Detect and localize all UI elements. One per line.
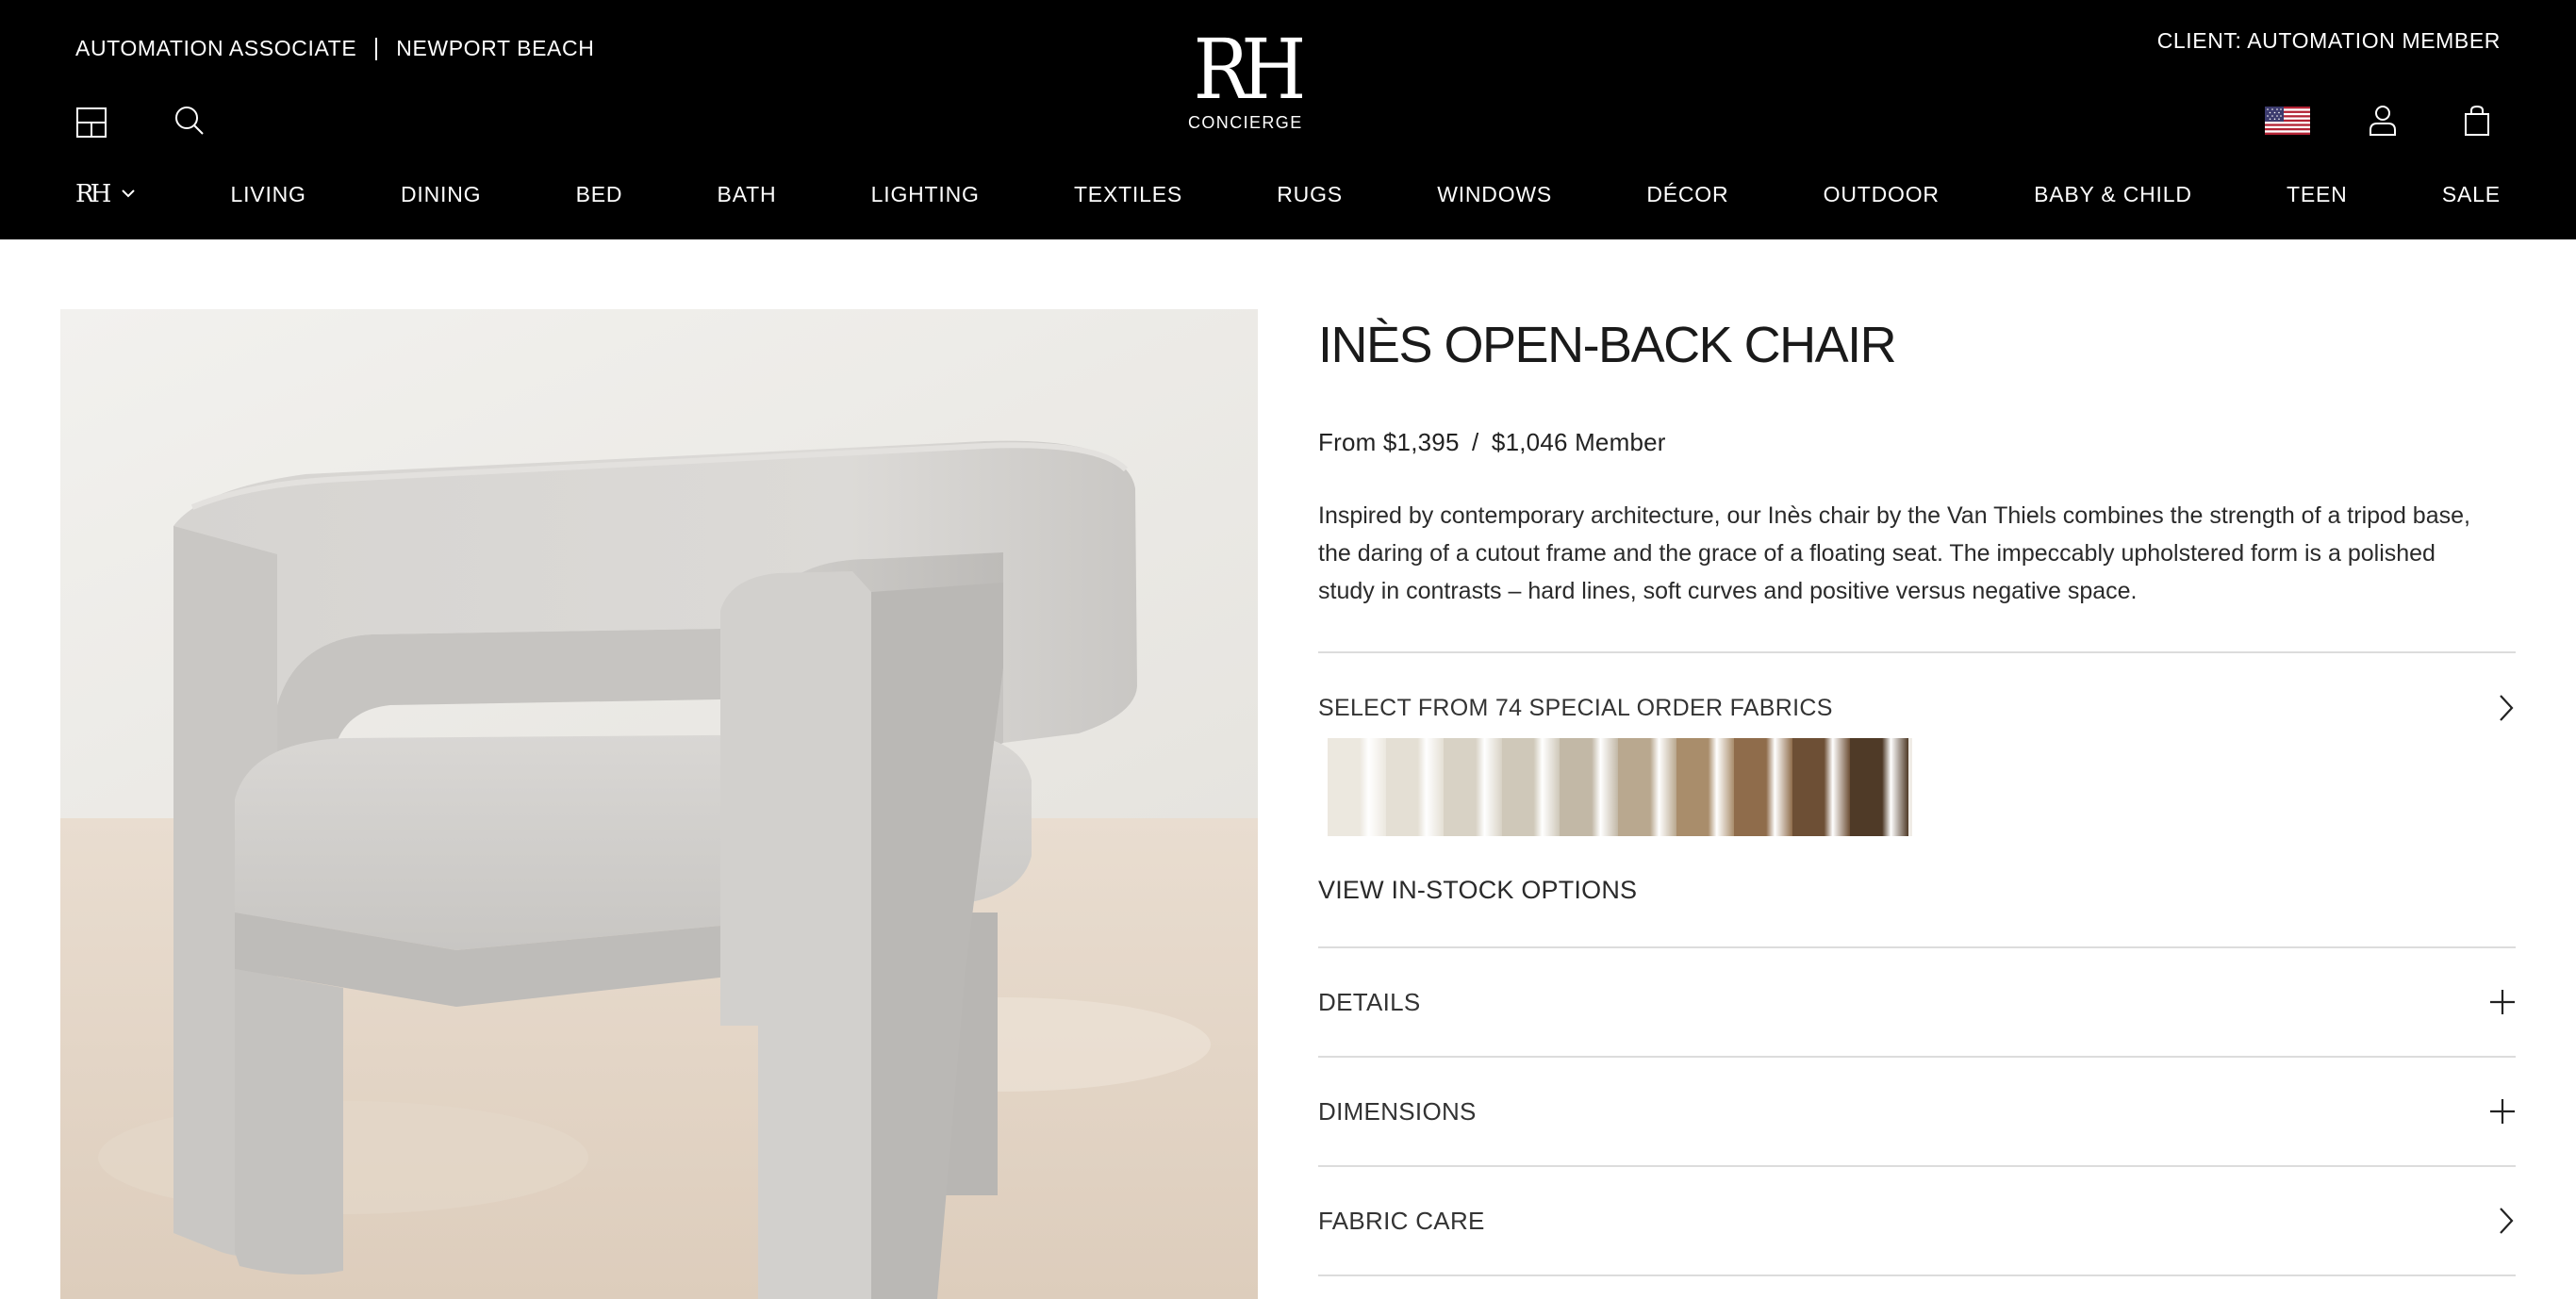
- fabric-swatch[interactable]: [1328, 738, 1386, 836]
- fabric-swatch[interactable]: [1385, 738, 1445, 836]
- nav-item-living[interactable]: LIVING: [231, 182, 306, 207]
- site-header: AUTOMATION ASSOCIATE NEWPORT BEACH CLIEN…: [0, 0, 2576, 239]
- fabric-swatch[interactable]: [1734, 738, 1792, 836]
- fabric-swatch[interactable]: [1444, 738, 1502, 836]
- brand-menu-mark: RH: [75, 180, 111, 208]
- price-regular: From $1,395: [1318, 428, 1460, 456]
- product-image[interactable]: [60, 309, 1258, 1299]
- nav-item-decor[interactable]: DÉCOR: [1646, 182, 1728, 207]
- nav-item-textiles[interactable]: TEXTILES: [1074, 182, 1182, 207]
- associate-label: AUTOMATION ASSOCIATE: [75, 36, 357, 60]
- fabric-swatch[interactable]: [1560, 738, 1618, 836]
- account-icon[interactable]: [2369, 105, 2397, 137]
- rh-logo[interactable]: RH CONCIERGE: [1188, 21, 1307, 133]
- nav-item-outdoor[interactable]: OUTDOOR: [1824, 182, 1940, 207]
- nav-item-rugs[interactable]: RUGS: [1277, 182, 1343, 207]
- nav-item-bath[interactable]: BATH: [718, 182, 777, 207]
- chevron-right-icon[interactable]: [2497, 1206, 2516, 1236]
- main-nav: RH LIVING DINING BED BATH LIGHTING TEXTI…: [75, 175, 2501, 213]
- fabric-swatch[interactable]: [1676, 738, 1735, 836]
- fabric-swatches[interactable]: [1328, 738, 1912, 836]
- plus-icon[interactable]: [2489, 1098, 2516, 1125]
- details-label: DETAILS: [1318, 987, 1421, 1016]
- nav-item-lighting[interactable]: LIGHTING: [871, 182, 980, 207]
- logo-mark: RH: [1193, 21, 1307, 118]
- nav-item-bed[interactable]: BED: [576, 182, 623, 207]
- nav-item-teen[interactable]: TEEN: [2287, 182, 2348, 207]
- gallery-icon[interactable]: [75, 107, 107, 139]
- fabric-label: SELECT FROM 74 SPECIAL ORDER FABRICS: [1318, 694, 1833, 721]
- nav-item-baby-child[interactable]: BABY & CHILD: [2034, 182, 2192, 207]
- fabric-care-label: FABRIC CARE: [1318, 1206, 1485, 1235]
- product-description: Inspired by contemporary architecture, o…: [1318, 502, 2470, 604]
- nav-item-dining[interactable]: DINING: [401, 182, 481, 207]
- cart-icon[interactable]: [2463, 105, 2491, 137]
- view-in-stock-link[interactable]: VIEW IN-STOCK OPTIONS: [1318, 876, 2516, 905]
- chevron-right-icon: [2497, 693, 2516, 723]
- nav-item-windows[interactable]: WINDOWS: [1437, 182, 1552, 207]
- fabric-swatch[interactable]: [1617, 738, 1676, 836]
- dimensions-label: DIMENSIONS: [1318, 1096, 1477, 1126]
- details-accordion[interactable]: DETAILS: [1318, 948, 2516, 1058]
- fabric-care-accordion[interactable]: FABRIC CARE: [1318, 1167, 2516, 1276]
- divider: [1318, 651, 2516, 653]
- dimensions-accordion[interactable]: DIMENSIONS: [1318, 1058, 2516, 1167]
- brand-menu[interactable]: RH: [75, 180, 136, 208]
- fabric-swatch[interactable]: [1850, 738, 1908, 836]
- associate-info: AUTOMATION ASSOCIATE NEWPORT BEACH: [75, 36, 594, 61]
- product-price: From $1,395 / $1,046 Member: [1318, 428, 2516, 457]
- product-info: INÈS OPEN-BACK CHAIR From $1,395 / $1,04…: [1318, 309, 2516, 1276]
- plus-icon[interactable]: [2489, 989, 2516, 1015]
- fabric-swatch[interactable]: [1792, 738, 1851, 836]
- search-icon[interactable]: [173, 105, 206, 137]
- associate-separator: [375, 37, 378, 60]
- price-separator: /: [1472, 428, 1479, 456]
- product-title: INÈS OPEN-BACK CHAIR: [1318, 317, 1897, 373]
- special-order-fabrics-link[interactable]: SELECT FROM 74 SPECIAL ORDER FABRICS: [1318, 693, 2516, 723]
- client-label[interactable]: CLIENT: AUTOMATION MEMBER: [2157, 28, 2501, 54]
- chevron-down-icon: [121, 186, 136, 203]
- price-member: $1,046 Member: [1491, 428, 1666, 456]
- us-flag-icon[interactable]: [2265, 107, 2310, 135]
- location-label[interactable]: NEWPORT BEACH: [396, 36, 594, 61]
- fabric-swatch[interactable]: [1501, 738, 1560, 836]
- nav-item-sale[interactable]: SALE: [2442, 182, 2501, 207]
